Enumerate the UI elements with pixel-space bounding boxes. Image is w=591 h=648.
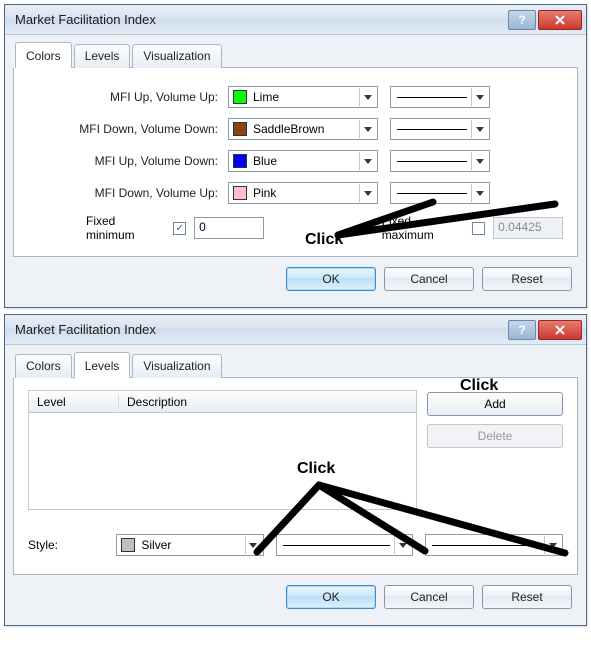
color-dropdown[interactable]: Blue <box>228 150 378 172</box>
row-label: MFI Down, Volume Up: <box>28 186 228 200</box>
style-row: Style: Silver <box>28 534 563 556</box>
fixed-max-label: Fixed maximum <box>382 214 466 242</box>
fixed-min-input[interactable]: 0 <box>194 217 264 239</box>
color-dropdown[interactable]: Pink <box>228 182 378 204</box>
style-weight-dropdown[interactable] <box>425 534 563 556</box>
col-level[interactable]: Level <box>29 395 119 409</box>
color-swatch-icon <box>233 186 247 200</box>
titlebar: Market Facilitation Index ? <box>5 315 586 345</box>
chevron-down-icon <box>359 120 375 138</box>
window-title: Market Facilitation Index <box>15 12 506 27</box>
ok-button[interactable]: OK <box>286 585 376 609</box>
help-button[interactable]: ? <box>508 10 536 30</box>
levels-header: Level Description <box>29 391 416 413</box>
line-style-dropdown[interactable] <box>390 150 490 172</box>
style-color-name: Silver <box>141 538 244 552</box>
color-swatch-icon <box>121 538 135 552</box>
tab-strip: Colors Levels Visualization <box>15 41 578 68</box>
line-style-dropdown[interactable] <box>390 118 490 140</box>
color-name: Pink <box>253 186 359 200</box>
tab-visualization[interactable]: Visualization <box>132 44 221 68</box>
line-style-dropdown[interactable] <box>390 182 490 204</box>
button-bar: OK Cancel Reset <box>13 257 578 301</box>
delete-level-button[interactable]: Delete <box>427 424 563 448</box>
color-dropdown[interactable]: SaddleBrown <box>228 118 378 140</box>
line-style-dropdown[interactable] <box>390 86 490 108</box>
style-color-dropdown[interactable]: Silver <box>116 534 263 556</box>
ok-button[interactable]: OK <box>286 267 376 291</box>
color-row: MFI Down, Volume Up: Pink <box>28 182 563 204</box>
style-label: Style: <box>28 538 116 552</box>
line-sample-icon <box>397 193 467 194</box>
chevron-down-icon <box>359 184 375 202</box>
colors-panel: MFI Up, Volume Up: Lime MFI Down, Volume… <box>13 68 578 257</box>
close-button[interactable] <box>538 320 582 340</box>
color-name: Blue <box>253 154 359 168</box>
add-level-button[interactable]: Add <box>427 392 563 416</box>
style-line-dropdown[interactable] <box>276 534 414 556</box>
tab-levels[interactable]: Levels <box>74 352 131 378</box>
fixed-minmax-row: Fixed minimum ✓ 0 Fixed maximum 0.04425 <box>28 214 563 242</box>
chevron-down-icon <box>471 152 487 170</box>
fixed-max-input[interactable]: 0.04425 <box>493 217 563 239</box>
cancel-button[interactable]: Cancel <box>384 585 474 609</box>
fixed-min-label: Fixed minimum <box>86 214 167 242</box>
chevron-down-icon <box>359 88 375 106</box>
close-button[interactable] <box>538 10 582 30</box>
line-sample-icon <box>432 545 540 546</box>
tab-colors[interactable]: Colors <box>15 354 72 378</box>
line-sample-icon <box>397 161 467 162</box>
col-description[interactable]: Description <box>119 395 416 409</box>
row-label: MFI Down, Volume Down: <box>28 122 228 136</box>
line-sample-icon <box>397 97 467 98</box>
color-row: MFI Up, Volume Up: Lime <box>28 86 563 108</box>
color-swatch-icon <box>233 122 247 136</box>
color-dropdown[interactable]: Lime <box>228 86 378 108</box>
button-bar: OK Cancel Reset <box>13 575 578 619</box>
titlebar: Market Facilitation Index ? <box>5 5 586 35</box>
row-label: MFI Up, Volume Down: <box>28 154 228 168</box>
chevron-down-icon <box>471 184 487 202</box>
chevron-down-icon <box>471 120 487 138</box>
tab-visualization[interactable]: Visualization <box>132 354 221 378</box>
levels-panel: Level Description Add Delete Style: Silv… <box>13 378 578 575</box>
tab-strip: Colors Levels Visualization <box>15 351 578 378</box>
reset-button[interactable]: Reset <box>482 585 572 609</box>
chevron-down-icon <box>394 536 410 554</box>
cancel-button[interactable]: Cancel <box>384 267 474 291</box>
levels-table[interactable]: Level Description <box>28 390 417 510</box>
color-name: Lime <box>253 90 359 104</box>
color-swatch-icon <box>233 90 247 104</box>
tab-colors[interactable]: Colors <box>15 42 72 68</box>
chevron-down-icon <box>359 152 375 170</box>
line-sample-icon <box>283 545 391 546</box>
chevron-down-icon <box>245 536 261 554</box>
levels-columns: Level Description <box>29 391 416 509</box>
levels-side-buttons: Add Delete <box>417 390 563 510</box>
help-button[interactable]: ? <box>508 320 536 340</box>
color-name: SaddleBrown <box>253 122 359 136</box>
tab-levels[interactable]: Levels <box>74 44 131 68</box>
line-sample-icon <box>397 129 467 130</box>
window-title: Market Facilitation Index <box>15 322 506 337</box>
chevron-down-icon <box>544 536 560 554</box>
fixed-max-checkbox[interactable] <box>472 222 485 235</box>
row-label: MFI Up, Volume Up: <box>28 90 228 104</box>
color-row: MFI Up, Volume Down: Blue <box>28 150 563 172</box>
dialog-levels: Market Facilitation Index ? Colors Level… <box>4 314 587 626</box>
reset-button[interactable]: Reset <box>482 267 572 291</box>
dialog-colors: Market Facilitation Index ? Colors Level… <box>4 4 587 308</box>
color-swatch-icon <box>233 154 247 168</box>
chevron-down-icon <box>471 88 487 106</box>
fixed-min-checkbox[interactable]: ✓ <box>173 222 186 235</box>
color-row: MFI Down, Volume Down: SaddleBrown <box>28 118 563 140</box>
